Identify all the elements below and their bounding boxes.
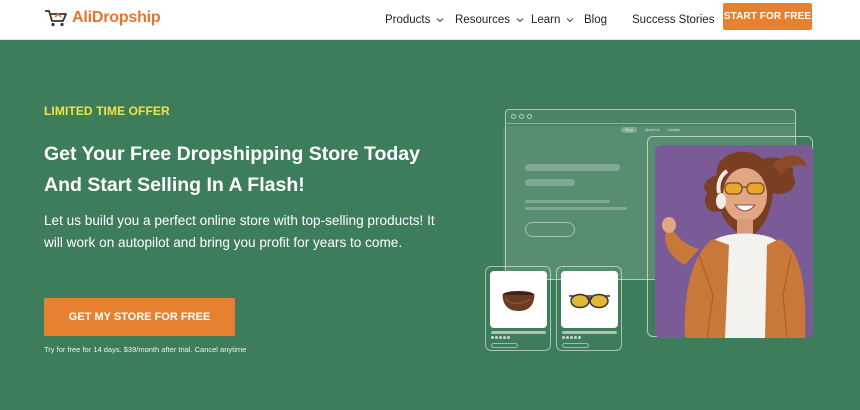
nav-success-stories[interactable]: Success Stories [632,0,714,40]
product-title-line [562,331,617,334]
product-title-line [491,331,546,334]
nav-learn[interactable]: Learn [531,0,574,40]
rating-stars [562,336,581,339]
nav-item-blog[interactable]: Blog [584,14,607,26]
trial-fine-print: Try for free for 14 days. $39/month afte… [44,345,247,354]
browser-titlebar [506,110,795,124]
product-card [556,266,622,351]
start-for-free-button[interactable]: START FOR FREE [723,3,812,30]
logo-text: AliDropship [72,9,161,26]
nav-products[interactable]: Products [385,0,444,40]
product-image [561,271,618,328]
logo[interactable]: AliDropship [44,6,161,30]
product-price-pill [562,343,589,348]
chevron-down-icon [567,18,574,23]
mockup-nav: Shop About Us Contact [621,127,680,133]
nav-item-resources[interactable]: Resources [455,14,524,26]
mockup-text-line [525,207,627,210]
chevron-down-icon [516,18,524,23]
mockup-text-line [525,164,620,171]
window-dot [527,114,532,119]
product-price-pill [491,343,518,348]
cart-logo-icon [45,10,67,27]
nav-label: Resources [455,14,510,26]
model-illustration [655,145,813,338]
sunglasses-icon [569,293,610,309]
nav-resources[interactable]: Resources [455,0,524,40]
hero-title: Get Your Free Dropshipping Store Today A… [44,139,464,201]
limited-offer-label: LIMITED TIME OFFER [44,104,170,118]
bowl-icon [502,291,535,311]
nav-label: Learn [531,14,561,26]
mockup-nav-item: About Us [645,128,660,132]
chevron-down-icon [437,18,444,23]
nav-blog[interactable]: Blog [584,0,607,40]
woman-with-sunglasses-image [655,145,813,338]
nav-item-success-stories[interactable]: Success Stories [632,14,714,26]
get-my-store-button[interactable]: GET MY STORE FOR FREE [44,298,235,336]
mockup-nav-item: Shop [621,127,638,133]
window-dot [511,114,516,119]
mockup-text-line [525,179,575,186]
hero-title-line-1: Get Your Free Dropshipping Store Today [44,143,420,165]
site-header: AliDropship Products Resources Learn Blo… [0,0,860,40]
nav-item-products[interactable]: Products [385,14,444,26]
mockup-text-line [525,200,610,203]
mockup-button [525,222,575,237]
product-card [485,266,551,351]
rating-stars [491,336,510,339]
nav-label: Products [385,14,431,26]
product-image [490,271,547,328]
hero-title-line-2: And Start Selling In A Flash! [44,174,305,196]
nav-item-learn[interactable]: Learn [531,14,574,26]
hero-description: Let us build you a perfect online store … [44,213,435,250]
mockup-nav-item: Contact [667,128,680,132]
window-dot [519,114,524,119]
